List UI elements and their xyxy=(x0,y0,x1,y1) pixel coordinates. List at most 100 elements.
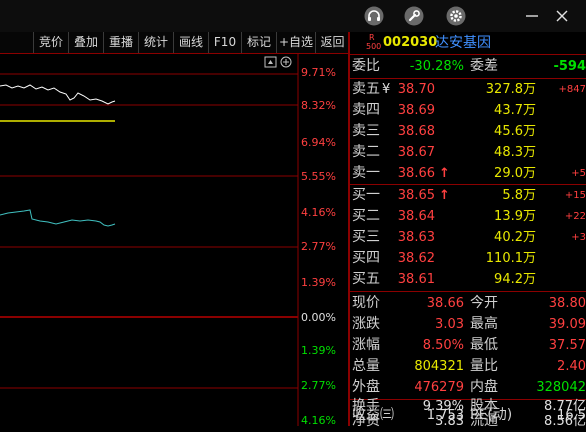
stat-label: 现价 xyxy=(352,295,380,311)
back-button[interactable]: 返回 xyxy=(315,32,349,53)
sell-row-1[interactable]: 卖一 38.66 ↑ 29.0万 +5 xyxy=(350,163,586,184)
f10-button[interactable]: F10 xyxy=(208,32,241,53)
buy-row-4[interactable]: 买四 38.62 110.1万 xyxy=(350,248,586,269)
order-price: 38.61 xyxy=(397,272,435,287)
stat-value: 1.753 xyxy=(426,408,464,423)
buy-row-3[interactable]: 买三 38.63 40.2万 +3 xyxy=(350,227,586,248)
close-icon[interactable] xyxy=(550,4,574,28)
order-price: 38.63 xyxy=(397,230,435,245)
diejia-button[interactable]: 叠加 xyxy=(68,32,103,53)
stat-label: 内盘 xyxy=(470,379,498,395)
order-volume: 94.2万 xyxy=(494,272,536,287)
stat-label: 外盘 xyxy=(352,379,380,395)
stat-value: 39.09 xyxy=(548,317,586,332)
order-volume: 13.9万 xyxy=(494,209,536,224)
stock-name[interactable]: 达安基因 xyxy=(435,34,491,52)
chongbo-button[interactable]: 重播 xyxy=(103,32,138,53)
index-line xyxy=(0,209,116,227)
stat-label: 今开 xyxy=(470,295,498,311)
order-price: 38.68 xyxy=(397,124,435,139)
order-label: 买四 xyxy=(352,250,380,266)
quote-row-zongliang: 总量 804321 量比 2.40 xyxy=(350,356,586,377)
order-label: 买一 xyxy=(352,187,380,203)
stat-value: 476279 xyxy=(414,380,464,395)
stat-value: 804321 xyxy=(414,359,464,374)
stat-label: 最高 xyxy=(470,316,498,332)
huaxian-button[interactable]: 画线 xyxy=(173,32,208,53)
order-change: +847 xyxy=(558,84,586,95)
tongji-button[interactable]: 统计 xyxy=(138,32,173,53)
sell-row-5[interactable]: 卖五 ¥ 38.70 327.8万 +847 xyxy=(350,79,586,100)
sell-row-3[interactable]: 卖三 38.68 45.6万 xyxy=(350,121,586,142)
stat-value: 38.66 xyxy=(426,296,464,311)
order-price: 38.62 xyxy=(397,251,435,266)
intraday-chart[interactable]: 9.71% 8.32% 6.94% 5.55% 4.16% 2.77% 1.39… xyxy=(0,54,348,427)
quote-row-shouyi: 收益㈢ 1.753 PE(动) 16.5 xyxy=(350,405,586,426)
stock-code[interactable]: 002030 xyxy=(383,34,437,52)
order-volume: 29.0万 xyxy=(494,166,536,181)
wrench-icon[interactable] xyxy=(402,4,426,28)
order-price: 38.67 xyxy=(397,145,435,160)
stat-value: 3.03 xyxy=(435,317,464,332)
rating-badge: R xyxy=(369,33,375,42)
buy-row-5[interactable]: 买五 38.61 94.2万 xyxy=(350,269,586,290)
jingjia-button[interactable]: 竞价 xyxy=(33,32,68,53)
chart-canvas xyxy=(0,54,299,426)
sell-row-2[interactable]: 卖二 38.67 48.3万 xyxy=(350,142,586,163)
buy-row-1[interactable]: 买一 38.65 ↑ 5.8万 +15 xyxy=(350,185,586,206)
quote-panel: R 500 002030 达安基因 委比 -30.28% 委差 -594 卖五 … xyxy=(350,32,586,429)
pct-label-2: 8.32% xyxy=(301,99,336,112)
order-price: 38.65 xyxy=(397,188,435,203)
stat-label: 涨幅 xyxy=(352,337,380,353)
weicha-label: 委差 xyxy=(470,58,498,74)
order-change: +3 xyxy=(571,232,586,243)
rating-number: 500 xyxy=(366,42,382,51)
order-price: 38.70 xyxy=(397,82,435,97)
up-arrow-icon: ↑ xyxy=(439,188,450,203)
pct-label-5: 4.16% xyxy=(301,206,336,219)
order-label: 买五 xyxy=(352,271,380,287)
order-volume: 48.3万 xyxy=(494,145,536,160)
order-label: 买二 xyxy=(352,208,380,224)
sell-row-4[interactable]: 卖四 38.69 43.7万 xyxy=(350,100,586,121)
order-change: +15 xyxy=(564,190,586,201)
order-change: +22 xyxy=(564,211,586,222)
quote-row-waipan: 外盘 476279 内盘 328042 xyxy=(350,377,586,398)
stat-label: 最低 xyxy=(470,337,498,353)
weicha-value: -594 xyxy=(553,59,586,74)
stat-value: 37.57 xyxy=(548,338,586,353)
stat-value: 8.50% xyxy=(422,338,464,353)
pct-label-6: 2.77% xyxy=(301,240,336,253)
order-price: 38.69 xyxy=(397,103,435,118)
headset-icon[interactable] xyxy=(362,4,386,28)
order-label: 卖三 xyxy=(352,123,380,139)
order-price: 38.64 xyxy=(397,209,435,224)
add-watchlist-button[interactable]: +自选 xyxy=(276,32,315,53)
order-volume: 327.8万 xyxy=(485,82,536,97)
order-label: 买三 xyxy=(352,229,380,245)
order-label: 卖二 xyxy=(352,144,380,160)
chart-toolbar: 竞价 叠加 重播 统计 画线 F10 标记 +自选 返回 xyxy=(0,32,348,54)
pct-label-8: 0.00% xyxy=(301,311,336,324)
order-volume: 110.1万 xyxy=(485,251,536,266)
stat-label: 量比 xyxy=(470,358,498,374)
pct-label-10: 2.77% xyxy=(301,379,336,392)
stat-value: 16.5 xyxy=(557,408,586,423)
biaoji-button[interactable]: 标记 xyxy=(241,32,276,53)
pct-label-3: 6.94% xyxy=(301,136,336,149)
quote-row-zhangfu: 涨幅 8.50% 最低 37.57 xyxy=(350,335,586,356)
order-label: 卖一 xyxy=(352,165,380,181)
order-volume: 40.2万 xyxy=(494,230,536,245)
yen-mark: ¥ xyxy=(382,82,391,97)
pct-label-1: 9.71% xyxy=(301,66,336,79)
order-volume: 5.8万 xyxy=(502,188,536,203)
stat-value: 328042 xyxy=(536,380,586,395)
minimize-icon[interactable] xyxy=(520,4,544,28)
stat-label: 收益㈢ xyxy=(352,407,394,423)
gear-icon[interactable] xyxy=(444,4,468,28)
order-volume: 43.7万 xyxy=(494,103,536,118)
buy-row-2[interactable]: 买二 38.64 13.9万 +22 xyxy=(350,206,586,227)
quote-row-xianjia: 现价 38.66 今开 38.80 xyxy=(350,293,586,314)
pct-label-4: 5.55% xyxy=(301,170,336,183)
pct-label-9: 1.39% xyxy=(301,344,336,357)
